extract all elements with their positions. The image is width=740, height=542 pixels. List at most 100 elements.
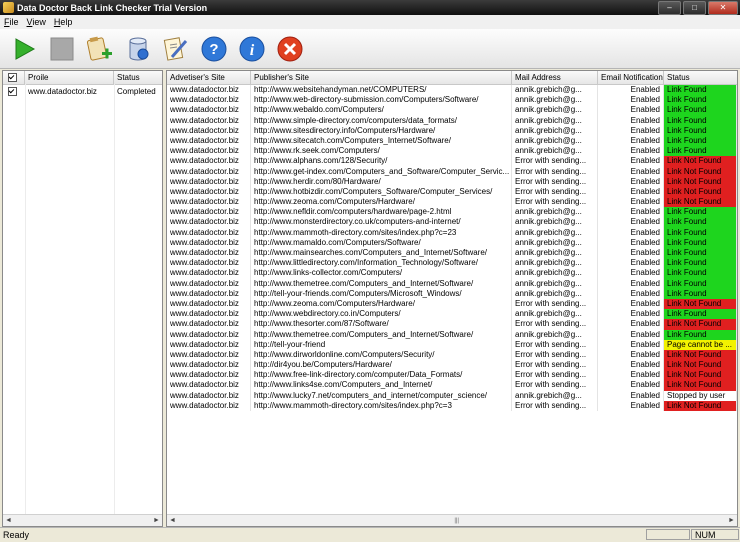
result-row[interactable]: www.datadoctor.biz http://www.mamaldo.com… xyxy=(167,237,737,248)
result-row[interactable]: www.datadoctor.biz http://dir4you.be/Comp… xyxy=(167,360,737,371)
link-status: Link Not Found xyxy=(664,197,737,208)
link-status: Link Not Found xyxy=(664,349,737,361)
mail-address: Error with sending... xyxy=(512,360,598,371)
maximize-button[interactable]: □ xyxy=(683,1,706,15)
publisher-site: http://www.alphans.com/128/Security/ xyxy=(251,156,512,167)
result-row[interactable]: www.datadoctor.biz http://www.webdirector… xyxy=(167,309,737,320)
scroll-right-icon[interactable]: ► xyxy=(726,515,737,526)
email-notification: Enabled xyxy=(598,95,664,106)
status-column-header[interactable]: Status xyxy=(664,71,737,84)
profile-horizontal-scrollbar[interactable]: ◄ ► xyxy=(3,514,162,526)
mail-address: annik.grebich@g... xyxy=(512,309,598,320)
email-notification: Enabled xyxy=(598,197,664,208)
result-row[interactable]: www.datadoctor.biz http://www.web-directo… xyxy=(167,95,737,106)
mail-address: annik.grebich@g... xyxy=(512,258,598,269)
publisher-site: http://dir4you.be/Computers/Hardware/ xyxy=(251,360,512,371)
result-row[interactable]: www.datadoctor.biz http://www.links4se.co… xyxy=(167,380,737,391)
result-row[interactable]: www.datadoctor.biz http://www.themetree.c… xyxy=(167,329,737,340)
settings-button[interactable] xyxy=(162,35,190,63)
menu-help[interactable]: Help xyxy=(50,17,77,27)
scroll-right-icon[interactable]: ► xyxy=(151,515,162,526)
advertiser-site: www.datadoctor.biz xyxy=(167,125,251,136)
result-row[interactable]: www.datadoctor.biz http://www.thesorter.c… xyxy=(167,319,737,330)
mail-address: annik.grebich@g... xyxy=(512,227,598,238)
advertiser-site: www.datadoctor.biz xyxy=(167,105,251,116)
result-row[interactable]: www.datadoctor.biz http://www.herdir.com/… xyxy=(167,176,737,187)
mail-address: Error with sending... xyxy=(512,370,598,381)
mail-address: annik.grebich@g... xyxy=(512,85,598,96)
add-profile-button[interactable] xyxy=(86,35,114,63)
email-notification: Enabled xyxy=(598,339,664,350)
publisher-site: http://www.littledirectory.com/Informati… xyxy=(251,258,512,269)
result-row[interactable]: www.datadoctor.biz http://www.zeoma.com/C… xyxy=(167,197,737,208)
select-all-header[interactable] xyxy=(3,71,25,84)
email-notification: Enabled xyxy=(598,105,664,116)
svg-text:?: ? xyxy=(209,41,218,58)
database-button[interactable] xyxy=(124,35,152,63)
advertiser-site: www.datadoctor.biz xyxy=(167,197,251,208)
link-status: Link Not Found xyxy=(664,360,737,371)
minimize-button[interactable]: – xyxy=(658,1,681,15)
result-row[interactable]: www.datadoctor.biz http://www.dirworldonl… xyxy=(167,349,737,361)
stop-button[interactable] xyxy=(48,35,76,63)
result-row[interactable]: www.datadoctor.biz http://www.simple-dire… xyxy=(167,115,737,126)
result-row[interactable]: www.datadoctor.biz http://www.sitesdirect… xyxy=(167,125,737,136)
email-notification: Enabled xyxy=(598,156,664,167)
email-notification-column-header[interactable]: Email Notification xyxy=(598,71,664,84)
link-status: Link Found xyxy=(664,125,737,136)
result-row[interactable]: www.datadoctor.biz http://www.links-colle… xyxy=(167,268,737,279)
result-row[interactable]: www.datadoctor.biz http://www.zeoma.com/C… xyxy=(167,298,737,310)
profile-header: Proile Status xyxy=(3,71,162,85)
result-row[interactable]: www.datadoctor.biz http://www.monsterdire… xyxy=(167,217,737,228)
result-row[interactable]: www.datadoctor.biz http://www.alphans.com… xyxy=(167,156,737,167)
mail-address: Error with sending... xyxy=(512,197,598,208)
profile-column-header[interactable]: Proile xyxy=(25,71,114,84)
scroll-grip[interactable]: ||| xyxy=(178,518,459,524)
email-notification: Enabled xyxy=(598,309,664,320)
mail-column-header[interactable]: Mail Address xyxy=(512,71,598,84)
result-row[interactable]: www.datadoctor.biz http://www.themetree.c… xyxy=(167,278,737,289)
result-row[interactable]: www.datadoctor.biz http://www.mainsearche… xyxy=(167,248,737,259)
result-row[interactable]: www.datadoctor.biz http://www.nefldir.com… xyxy=(167,207,737,218)
mail-address: annik.grebich@g... xyxy=(512,207,598,218)
add-clipboard-icon xyxy=(86,36,112,61)
result-row[interactable]: www.datadoctor.biz http://www.free-link-d… xyxy=(167,370,737,381)
start-button[interactable] xyxy=(10,35,38,63)
advertiser-site: www.datadoctor.biz xyxy=(167,258,251,269)
result-row[interactable]: www.datadoctor.biz http://www.mammoth-dir… xyxy=(167,400,737,411)
link-status: Link Found xyxy=(664,329,737,340)
mail-address: annik.grebich@g... xyxy=(512,105,598,116)
close-window-button[interactable]: ✕ xyxy=(708,1,738,15)
result-row[interactable]: www.datadoctor.biz http://www.sitecatch.c… xyxy=(167,135,737,147)
publisher-column-header[interactable]: Publisher's Site xyxy=(251,71,512,84)
scroll-left-icon[interactable]: ◄ xyxy=(3,515,14,526)
email-notification: Enabled xyxy=(598,186,664,198)
result-row[interactable]: www.datadoctor.biz http://www.rk.seek.com… xyxy=(167,146,737,157)
publisher-site: http://www.nefldir.com/computers/hardwar… xyxy=(251,207,512,218)
select-all-checkbox[interactable] xyxy=(8,73,17,83)
advertiser-column-header[interactable]: Advetiser's Site xyxy=(167,71,251,84)
result-row[interactable]: www.datadoctor.biz http://www.get-index.c… xyxy=(167,166,737,177)
result-row[interactable]: www.datadoctor.biz http://www.mammoth-dir… xyxy=(167,227,737,238)
results-horizontal-scrollbar[interactable]: ◄ ||| ► xyxy=(167,514,737,526)
exit-button[interactable] xyxy=(276,35,304,63)
link-status: Link Not Found xyxy=(664,156,737,167)
help-button[interactable]: ? xyxy=(200,35,228,63)
result-row[interactable]: www.datadoctor.biz http://www.littledirec… xyxy=(167,258,737,269)
menu-file[interactable]: File xyxy=(0,17,23,27)
about-button[interactable]: i xyxy=(238,35,266,63)
result-row[interactable]: www.datadoctor.biz http://www.lucky7.net/… xyxy=(167,390,737,401)
menu-view[interactable]: View xyxy=(23,17,50,27)
scroll-left-icon[interactable]: ◄ xyxy=(167,515,178,526)
result-row[interactable]: www.datadoctor.biz http://tell-your-frien… xyxy=(167,288,737,299)
result-row[interactable]: www.datadoctor.biz http://www.webaldo.com… xyxy=(167,105,737,116)
profile-row[interactable]: www.datadoctor.biz Completed xyxy=(3,85,162,98)
result-row[interactable]: www.datadoctor.biz http://www.hotbizdir.c… xyxy=(167,186,737,198)
result-row[interactable]: www.datadoctor.biz http://tell-your-frien… xyxy=(167,339,737,350)
mail-address: Error with sending... xyxy=(512,400,598,411)
status-column-header[interactable]: Status xyxy=(114,71,162,84)
link-status: Link Found xyxy=(664,248,737,259)
result-row[interactable]: www.datadoctor.biz http://www.websitehand… xyxy=(167,85,737,96)
email-notification: Enabled xyxy=(598,125,664,136)
profile-checkbox[interactable] xyxy=(8,87,17,97)
